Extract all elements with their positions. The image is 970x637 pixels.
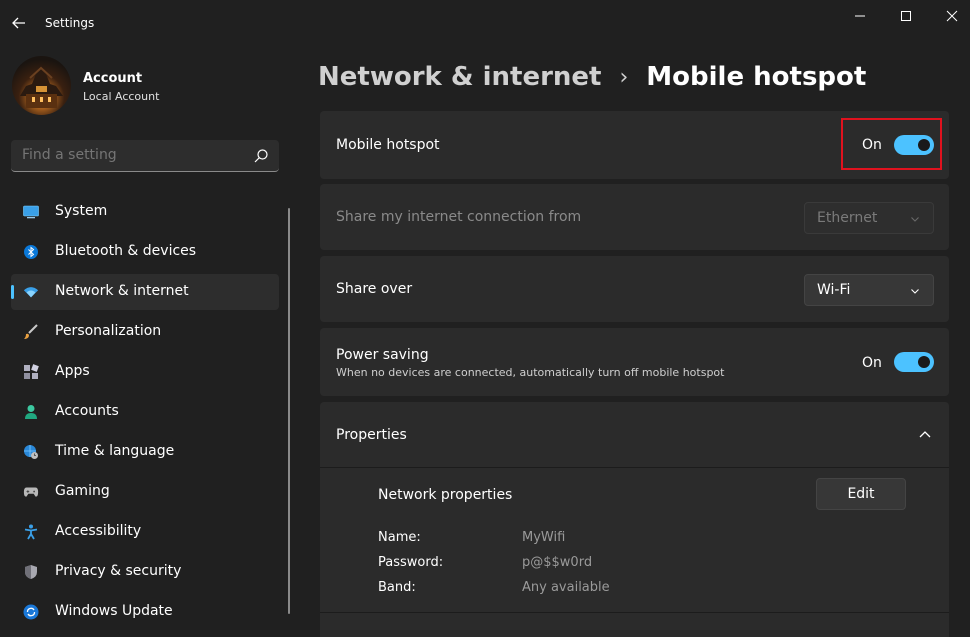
share-from-value: Ethernet	[817, 210, 878, 226]
sidebar-item-label: Bluetooth & devices	[55, 243, 197, 259]
accessibility-icon	[23, 524, 39, 540]
sidebar-item-label: Network & internet	[55, 283, 189, 299]
maximize-icon	[901, 11, 911, 21]
sidebar-item-label: Privacy & security	[55, 563, 182, 579]
maximize-button[interactable]	[894, 4, 918, 28]
sidebar-item-label: System	[55, 203, 108, 219]
sidebar-item-personalization[interactable]: Personalization	[11, 314, 279, 350]
sidebar-item-network[interactable]: Network & internet	[11, 274, 279, 310]
power-saving-toggle[interactable]	[894, 352, 934, 372]
chevron-down-icon	[911, 217, 919, 222]
power-saving-description: When no devices are connected, automatic…	[336, 366, 725, 379]
search-icon[interactable]	[253, 148, 269, 164]
back-button[interactable]	[8, 10, 30, 36]
edit-button[interactable]: Edit	[816, 478, 906, 510]
brush-icon	[23, 324, 39, 340]
network-properties-title: Network properties	[378, 487, 513, 503]
breadcrumb-parent[interactable]: Network & internet	[318, 62, 601, 92]
sidebar-item-system[interactable]: System	[11, 194, 279, 230]
power-saving-state: On	[862, 355, 882, 371]
sidebar-item-windows-update[interactable]: Windows Update	[11, 594, 279, 630]
properties-divider	[320, 467, 949, 468]
sidebar-item-apps[interactable]: Apps	[11, 354, 279, 390]
share-from-dropdown[interactable]: Ethernet	[804, 202, 934, 234]
back-arrow-icon	[12, 17, 25, 29]
sidebar-item-accessibility[interactable]: Accessibility	[11, 514, 279, 550]
sidebar-item-label: Windows Update	[55, 603, 173, 619]
title-bar: Settings	[0, 0, 970, 46]
sidebar-item-privacy-security[interactable]: Privacy & security	[11, 554, 279, 590]
globe-clock-icon	[23, 444, 39, 460]
avatar-image-icon	[20, 64, 63, 108]
sidebar-item-label: Time & language	[55, 443, 175, 459]
property-key-password: Password:	[378, 555, 444, 570]
minimize-button[interactable]	[848, 4, 872, 28]
page-title: Mobile hotspot	[646, 62, 867, 92]
wifi-icon	[23, 284, 39, 300]
breadcrumb: Network & internet › Mobile hotspot	[318, 57, 866, 97]
account-card[interactable]: Account Local Account	[12, 56, 282, 116]
sidebar-item-label: Accessibility	[55, 523, 142, 539]
monitor-icon	[23, 204, 39, 220]
avatar	[12, 56, 71, 115]
sidebar-item-time-language[interactable]: Time & language	[11, 434, 279, 470]
share-over-value: Wi-Fi	[817, 282, 851, 298]
gamepad-icon	[23, 484, 39, 500]
search-box[interactable]	[11, 140, 279, 172]
update-icon	[23, 604, 39, 620]
minimize-icon	[855, 15, 865, 17]
share-over-dropdown[interactable]: Wi-Fi	[804, 274, 934, 306]
properties-card: Properties	[320, 402, 949, 637]
app-title: Settings	[45, 16, 95, 30]
person-icon	[23, 404, 39, 420]
sidebar-item-label: Gaming	[55, 483, 110, 499]
toggle-knob	[918, 356, 930, 368]
power-saving-label: Power saving	[336, 347, 429, 363]
chevron-down-icon	[911, 289, 919, 294]
highlight-annotation	[841, 118, 942, 170]
property-value-band: Any available	[522, 580, 610, 595]
share-from-label: Share my internet connection from	[336, 209, 582, 225]
close-button[interactable]	[940, 4, 964, 28]
shield-icon	[23, 564, 39, 580]
property-value-password: p@$$w0rd	[522, 555, 593, 570]
account-name: Account	[83, 71, 143, 86]
mobile-hotspot-label: Mobile hotspot	[336, 137, 440, 153]
properties-bottom-divider	[320, 612, 949, 613]
sidebar-scrollbar[interactable]	[288, 208, 290, 614]
sidebar-item-accounts[interactable]: Accounts	[11, 394, 279, 430]
sidebar-item-bluetooth[interactable]: Bluetooth & devices	[11, 234, 279, 270]
sidebar-nav: System Bluetooth & devices Network & int…	[11, 194, 279, 634]
property-value-name: MyWifi	[522, 530, 566, 545]
apps-icon	[23, 364, 39, 380]
property-key-name: Name:	[378, 530, 421, 545]
property-key-band: Band:	[378, 580, 416, 595]
close-icon	[946, 10, 958, 22]
sidebar-item-gaming[interactable]: Gaming	[11, 474, 279, 510]
bluetooth-icon	[23, 244, 39, 260]
breadcrumb-separator: ›	[619, 64, 629, 90]
sidebar-item-label: Accounts	[55, 403, 119, 419]
chevron-up-icon[interactable]	[918, 429, 932, 441]
search-input[interactable]	[22, 140, 242, 171]
properties-label: Properties	[336, 427, 407, 443]
share-over-label: Share over	[336, 281, 413, 297]
account-type: Local Account	[83, 90, 160, 103]
sidebar-item-label: Personalization	[55, 323, 162, 339]
power-saving-card: Power saving When no devices are connect…	[320, 328, 949, 396]
sidebar-item-label: Apps	[55, 363, 90, 379]
